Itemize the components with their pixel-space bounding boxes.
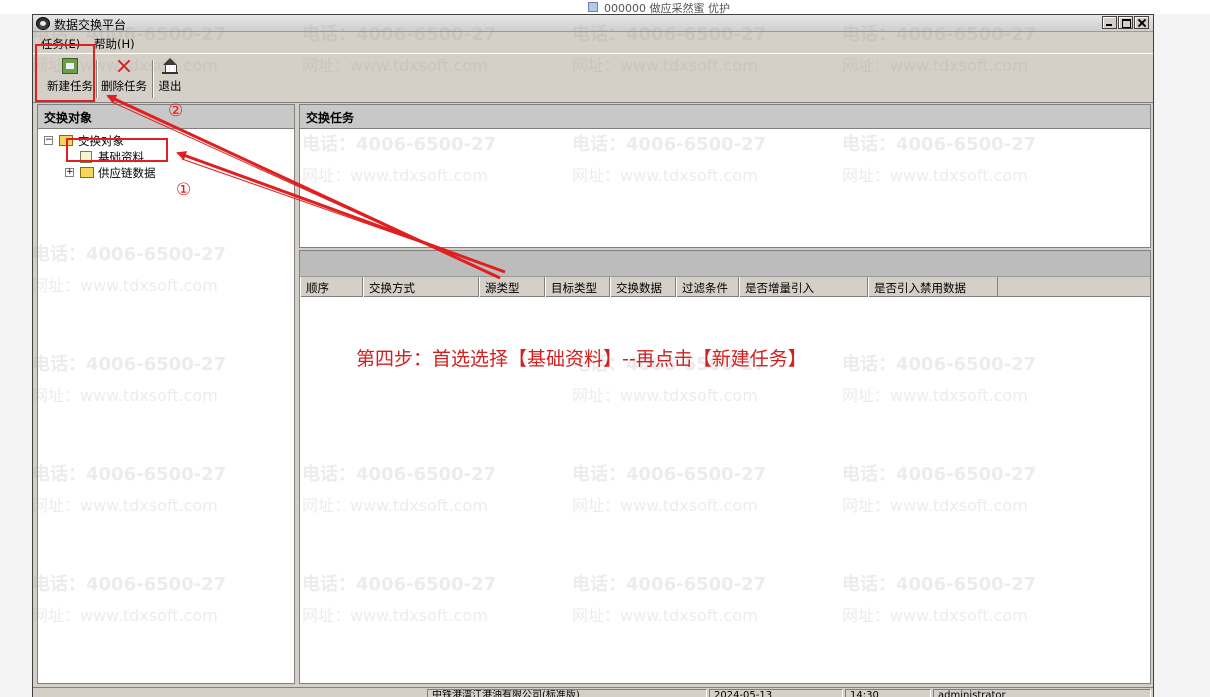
highlight-basic-data <box>66 138 168 162</box>
exit-button[interactable]: 退出 <box>155 58 185 100</box>
tree-node-supply-chain[interactable]: + 供应链数据 <box>42 165 182 180</box>
status-bar: 中铁港湾江港油有限公司(标准版) 2024-05-13 14:30 admini… <box>33 687 1153 697</box>
window-title: 数据交换平台 <box>54 18 127 32</box>
status-time: 14:30 <box>845 689 931 697</box>
exchange-task-header: 交换任务 <box>300 105 1150 129</box>
close-icon[interactable] <box>1134 16 1149 29</box>
exchange-object-panel: 交换对象 − 交换对象 基础资料 + 供应链数据 <box>37 104 295 684</box>
instruction-text: 第四步：首选选择【基础资料】--再点击【新建任务】 <box>356 348 807 370</box>
collapse-icon[interactable]: − <box>44 136 53 145</box>
delete-task-button[interactable]: 删除任务 <box>98 58 150 100</box>
delete-icon <box>116 58 132 74</box>
col-order[interactable]: 顺序 <box>300 277 363 297</box>
window-controls <box>1102 16 1149 29</box>
step-1-marker: ① <box>176 180 192 200</box>
toolbar-separator <box>152 60 154 98</box>
highlight-new-task <box>35 44 95 102</box>
minimize-icon[interactable] <box>1102 16 1117 29</box>
exit-label: 退出 <box>158 79 182 93</box>
col-source-type[interactable]: 源类型 <box>479 277 545 297</box>
step-2-marker: ② <box>168 101 184 121</box>
menu-help[interactable]: 帮助(H) <box>94 36 135 52</box>
col-target-type[interactable]: 目标类型 <box>545 277 610 297</box>
status-user: administrator <box>933 689 1151 697</box>
menu-bar: 任务(E) 帮助(H) <box>33 33 1153 53</box>
home-icon <box>162 58 178 74</box>
tree-node-label: 供应链数据 <box>98 166 156 180</box>
maximize-icon[interactable] <box>1118 16 1133 29</box>
screenshot-page: 000000 做应采然蜜 优护 数据交换平台 任务(E) 帮助(H) 新建任务 <box>0 0 1210 697</box>
toolbar: 新建任务 删除任务 退出 <box>33 53 1153 103</box>
background-file-icon <box>588 2 598 12</box>
background-window-strip: 000000 做应采然蜜 优护 <box>0 0 1210 15</box>
status-company: 中铁港湾江港油有限公司(标准版) <box>427 689 707 697</box>
app-icon <box>36 17 50 30</box>
exchange-task-panel: 交换任务 顺序 交换方式 源类型 目标类型 交换数据 过滤条件 是否增量引入 是… <box>299 104 1151 684</box>
folder-icon <box>80 167 94 178</box>
expand-icon[interactable]: + <box>65 168 74 177</box>
grid-top-band <box>300 251 1150 277</box>
col-disabled-data[interactable]: 是否引入禁用数据 <box>868 277 998 297</box>
task-list-area[interactable]: 交换任务 <box>299 104 1151 248</box>
exchange-object-header: 交换对象 <box>38 105 294 129</box>
task-detail-grid[interactable]: 顺序 交换方式 源类型 目标类型 交换数据 过滤条件 是否增量引入 是否引入禁用… <box>299 250 1151 684</box>
col-filter[interactable]: 过滤条件 <box>676 277 739 297</box>
col-incremental[interactable]: 是否增量引入 <box>739 277 868 297</box>
object-tree: − 交换对象 基础资料 + 供应链数据 <box>38 129 294 180</box>
title-bar[interactable]: 数据交换平台 <box>33 15 1153 32</box>
status-date: 2024-05-13 <box>709 689 843 697</box>
delete-task-label: 删除任务 <box>101 79 147 93</box>
col-exchange-data[interactable]: 交换数据 <box>610 277 676 297</box>
grid-header-row: 顺序 交换方式 源类型 目标类型 交换数据 过滤条件 是否增量引入 是否引入禁用… <box>300 277 1150 297</box>
col-exchange-method[interactable]: 交换方式 <box>363 277 479 297</box>
